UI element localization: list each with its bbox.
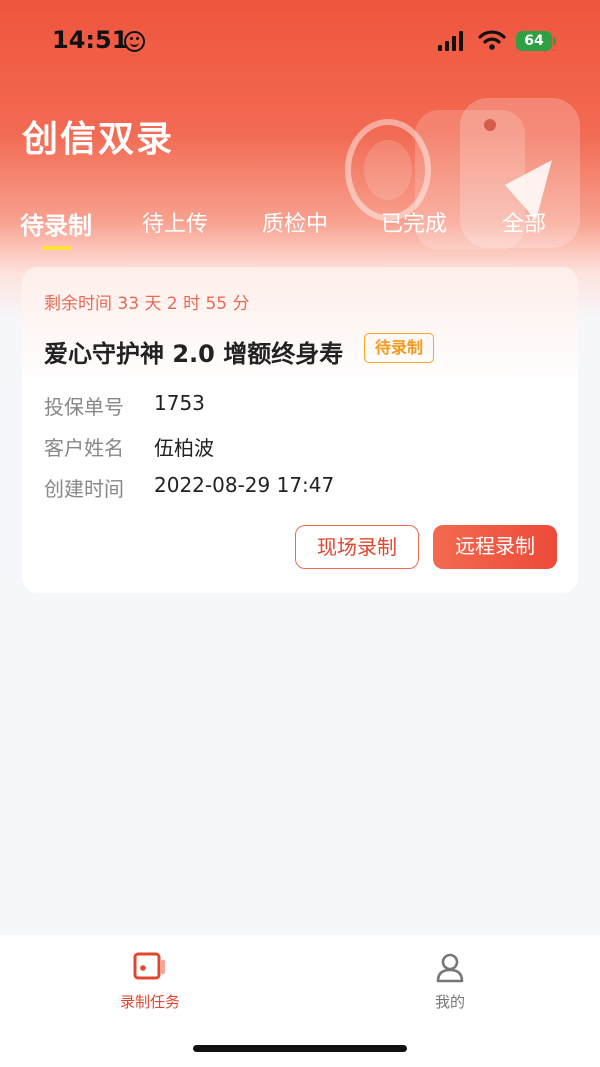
tab-pending-upload[interactable]: 待上传 <box>142 206 208 238</box>
customer-name-value: 伍柏波 <box>154 436 214 460</box>
tab-pending-record[interactable]: 待录制 <box>20 206 92 241</box>
nav-label-record-tasks: 录制任务 <box>119 993 180 1011</box>
product-name: 爱心守护神 2.0 增额终身寿 <box>44 340 344 368</box>
nav-label-mine: 我的 <box>434 993 465 1011</box>
tab-quality-check[interactable]: 质检中 <box>262 206 328 238</box>
created-time-label: 创建时间 <box>44 477 124 501</box>
status-badge: 待录制 <box>364 333 435 363</box>
nav-item-record-tasks[interactable]: 录制任务 <box>90 951 210 1012</box>
tab-bar: 待录制 待上传 质检中 已完成 全部 <box>0 206 600 252</box>
smiley-icon <box>124 31 145 52</box>
active-tab-indicator <box>42 246 72 250</box>
onsite-record-button[interactable]: 现场录制 <box>295 525 419 569</box>
video-record-icon <box>133 952 165 980</box>
user-icon <box>436 953 464 983</box>
signal-icon <box>438 31 464 51</box>
tab-all[interactable]: 全部 <box>502 206 546 238</box>
home-indicator <box>193 1045 407 1052</box>
battery-indicator: 64 <box>516 31 556 51</box>
policy-number-label: 投保单号 <box>44 395 124 419</box>
remaining-time: 剩余时间 33 天 2 时 55 分 <box>44 294 250 314</box>
policy-number-value: 1753 <box>154 391 205 415</box>
page-title: 创信双录 <box>22 119 175 160</box>
clock: 14:51 <box>52 26 129 54</box>
created-time-value: 2022-08-29 17:47 <box>154 473 335 497</box>
customer-name-label: 客户姓名 <box>44 436 124 460</box>
tab-completed[interactable]: 已完成 <box>381 206 447 238</box>
nav-item-mine[interactable]: 我的 <box>390 951 510 1012</box>
card-header-bg <box>22 267 578 387</box>
wifi-icon <box>478 30 506 50</box>
remote-record-button[interactable]: 远程录制 <box>433 525 557 569</box>
task-card[interactable]: 剩余时间 33 天 2 时 55 分 爱心守护神 2.0 增额终身寿 待录制 投… <box>22 267 578 593</box>
status-bar: 14:51 64 <box>0 0 600 84</box>
